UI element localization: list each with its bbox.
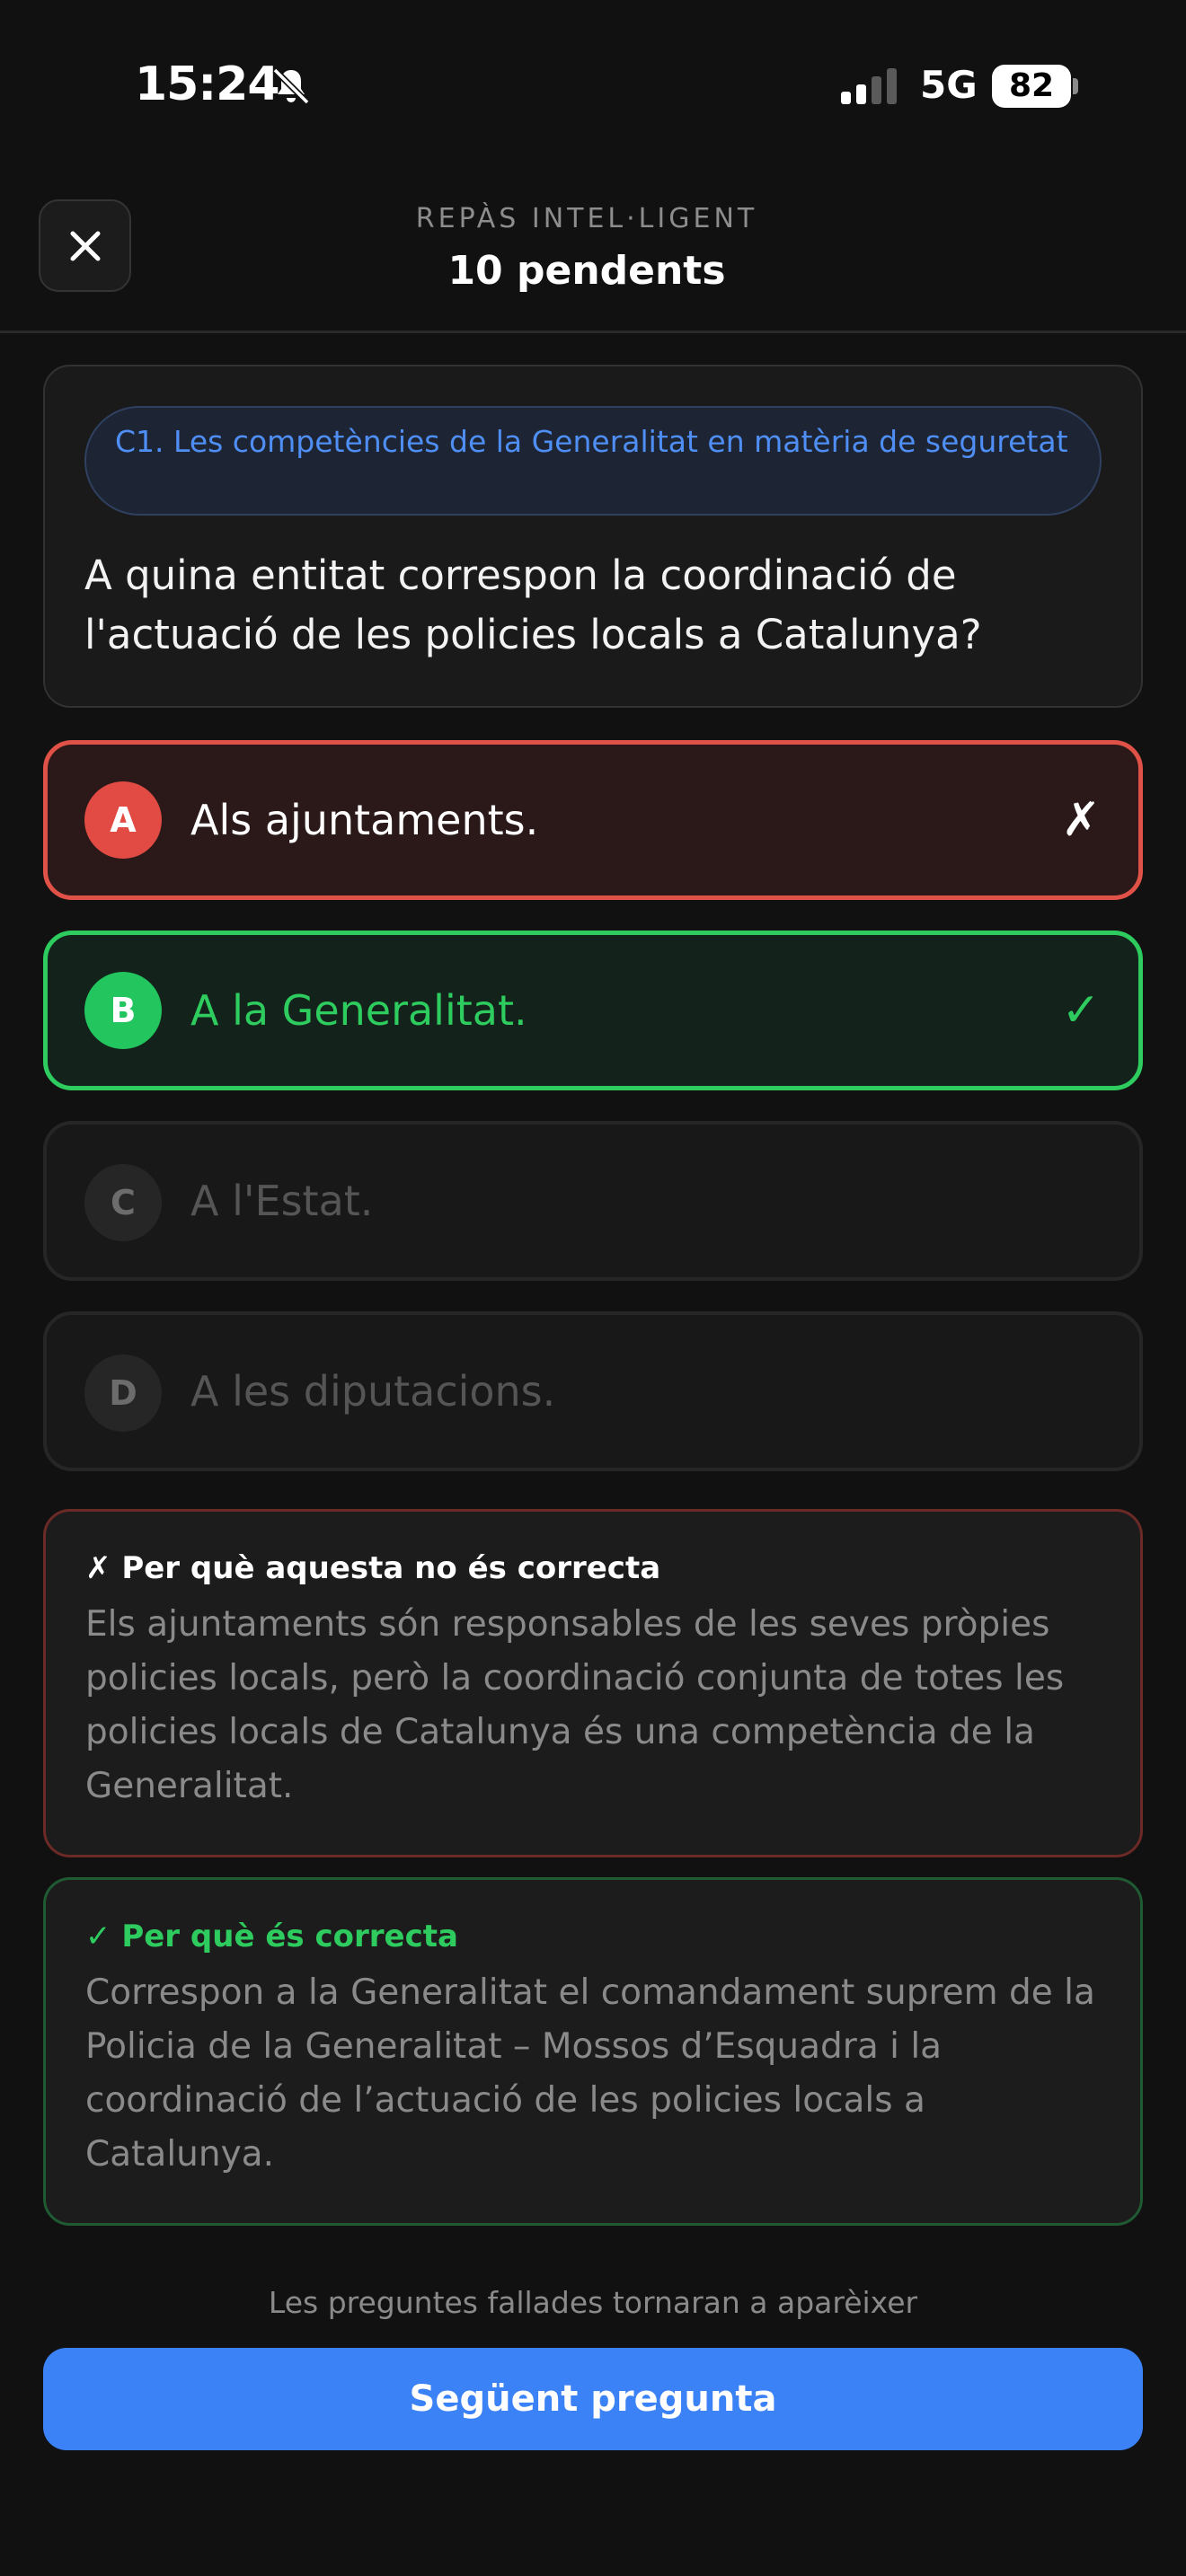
option-letter-badge: A — [84, 781, 162, 859]
battery-icon: 82 — [992, 65, 1078, 108]
cellular-signal-icon — [841, 68, 897, 104]
check-icon: ✓ — [1061, 984, 1101, 1037]
cross-icon: ✗ — [1061, 793, 1101, 847]
question-text: A quina entitat correspon la coordinació… — [84, 551, 982, 658]
page-title: 10 pendents — [447, 248, 726, 294]
next-question-button[interactable]: Següent pregunta — [43, 2348, 1143, 2450]
answer-option-c[interactable]: C A l'Estat. — [43, 1121, 1143, 1281]
bell-muted-icon — [272, 67, 310, 105]
option-letter-badge: C — [84, 1164, 162, 1241]
option-text: A l'Estat. — [190, 1177, 374, 1225]
option-text: Als ajuntaments. — [190, 796, 539, 844]
option-letter-badge: D — [84, 1354, 162, 1432]
answer-option-d[interactable]: D A les diputacions. — [43, 1311, 1143, 1471]
status-bar: 15:24 5G 82 — [0, 0, 1186, 171]
option-letter-badge: B — [84, 972, 162, 1049]
retry-note: Les preguntes fallades tornaran a aparèi… — [268, 2285, 918, 2320]
smart-review-screen: 15:24 5G 82 REPÀS INTEL·LIGENT 10 penden… — [0, 0, 1186, 2576]
status-time: 15:24 — [135, 57, 280, 111]
option-text: A la Generalitat. — [190, 986, 527, 1035]
answer-option-a[interactable]: A Als ajuntaments. ✗ — [43, 740, 1143, 900]
battery-level: 82 — [1008, 67, 1055, 104]
header-kicker: REPÀS INTEL·LIGENT — [415, 203, 758, 234]
correct-explanation-card: ✓ Per què és correcta Correspon a la Gen… — [43, 1877, 1143, 2226]
wrong-explanation-heading: ✗ Per què aquesta no és correcta — [85, 1550, 661, 1586]
wrong-explanation-body: Els ajuntaments són responsables de les … — [85, 1604, 1065, 1806]
question-card: C1. Les competències de la Generalitat e… — [43, 365, 1143, 708]
header-divider — [0, 331, 1186, 333]
answer-option-b[interactable]: B A la Generalitat. ✓ — [43, 931, 1143, 1090]
wrong-explanation-card: ✗ Per què aquesta no és correcta Els aju… — [43, 1509, 1143, 1857]
correct-explanation-heading: ✓ Per què és correcta — [85, 1919, 458, 1954]
correct-explanation-body: Correspon a la Generalitat el comandamen… — [85, 1972, 1095, 2175]
option-text: A les diputacions. — [190, 1367, 556, 1416]
network-label: 5G — [920, 63, 978, 107]
topic-chip: C1. Les competències de la Generalitat e… — [84, 406, 1102, 516]
